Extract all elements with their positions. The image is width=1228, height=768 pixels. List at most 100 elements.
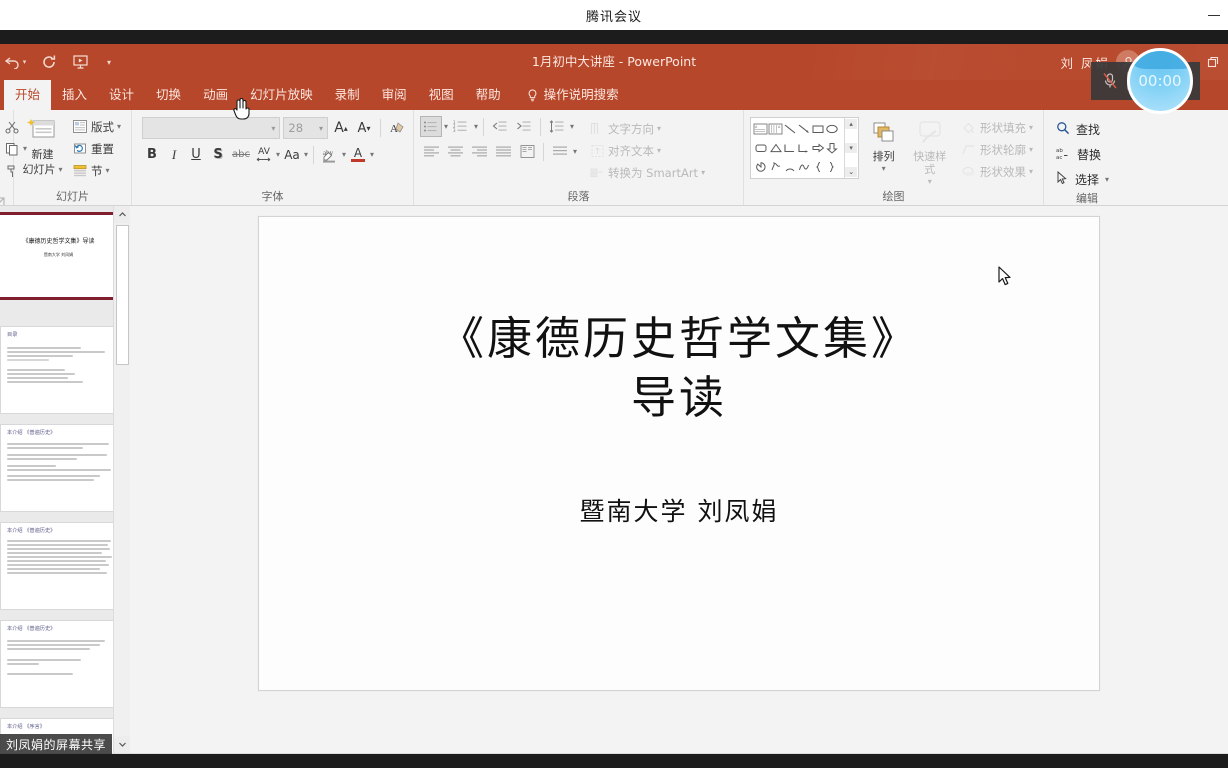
shape-elbow-arrow-icon[interactable] [797, 139, 811, 158]
thumbnail-scroll-thumb[interactable] [116, 225, 129, 365]
shape-textbox-icon[interactable]: A [753, 120, 768, 139]
align-right-button[interactable] [468, 141, 490, 162]
slide-thumbnail-3[interactable]: 本介绍 《普遍历史》 [0, 424, 120, 512]
italic-button[interactable]: I [164, 144, 184, 165]
align-text-button[interactable]: 对齐文本 ▾ [585, 140, 709, 161]
shape-effects-caret-icon[interactable]: ▾ [1029, 167, 1033, 176]
shape-outline-button[interactable]: 形状轮廓 ▾ [957, 139, 1037, 160]
font-size-combobox[interactable]: 28 ▾ [283, 117, 329, 139]
bullets-caret-icon[interactable]: ▾ [444, 122, 448, 131]
new-slide-caret-icon[interactable]: ▾ [58, 163, 62, 176]
slide-editing-pane[interactable]: 《康德历史哲学文集》 导读 暨南大学 刘凤娟 [130, 206, 1228, 753]
shape-down-arrow-icon[interactable] [825, 139, 839, 158]
line-spacing-button[interactable] [546, 116, 568, 137]
shape-pie-icon[interactable] [753, 157, 768, 176]
shape-fill-caret-icon[interactable]: ▾ [1029, 123, 1033, 132]
shapes-scroll-down-icon[interactable]: ▾ [845, 143, 858, 153]
tab-slideshow[interactable]: 幻灯片放映 [239, 80, 324, 110]
align-center-button[interactable] [444, 141, 466, 162]
change-case-button[interactable]: Aa [282, 144, 302, 165]
character-spacing-caret-icon[interactable]: ▾ [276, 150, 280, 159]
tab-insert[interactable]: 插入 [51, 80, 98, 110]
shape-vertical-textbox-icon[interactable]: A [768, 120, 783, 139]
shape-outline-caret-icon[interactable]: ▾ [1029, 145, 1033, 154]
new-slide-button[interactable]: 新建 幻灯片 ▾ [20, 113, 65, 176]
select-button[interactable]: 选择 ▾ [1050, 168, 1124, 190]
shape-right-arrow-icon[interactable] [811, 139, 825, 158]
shape-left-brace-icon[interactable] [811, 157, 825, 176]
slide-title-placeholder[interactable]: 《康德历史哲学文集》 导读 [259, 309, 1099, 427]
text-direction-button[interactable]: 文字方向 ▾ [585, 118, 709, 139]
microphone-muted-icon[interactable] [1101, 72, 1119, 90]
thumbnail-scroll-up-button[interactable] [114, 206, 130, 223]
tab-transitions[interactable]: 切换 [145, 80, 192, 110]
text-shadow-button[interactable]: S [208, 144, 228, 165]
font-color-button[interactable]: A [348, 144, 368, 165]
tab-view[interactable]: 视图 [418, 80, 465, 110]
shape-arrow-icon[interactable] [797, 120, 811, 139]
shape-rounded-rectangle-icon[interactable] [753, 139, 768, 158]
slide-thumbnail-5[interactable]: 本介绍 《普遍历史》 [0, 620, 120, 708]
strikethrough-button[interactable]: abc [230, 144, 252, 165]
restore-icon[interactable] [1202, 51, 1224, 73]
shapes-gallery-scroll[interactable]: ▴ ▾ ⌄ [843, 118, 858, 178]
shapes-scroll-up-icon[interactable]: ▴ [845, 119, 858, 129]
shape-triangle-icon[interactable] [768, 139, 783, 158]
quick-styles-button[interactable]: 快速样式 ▾ [909, 115, 951, 188]
change-case-caret-icon[interactable]: ▾ [304, 150, 308, 159]
reset-button[interactable]: 重置 [68, 138, 125, 159]
text-columns-caret-icon[interactable]: ▾ [573, 147, 577, 156]
meeting-minimize-button[interactable] [1206, 10, 1222, 21]
undo-icon[interactable]: ▾ [2, 51, 28, 73]
customize-quick-access-icon[interactable]: ▾ [102, 51, 116, 73]
shape-oval-icon[interactable] [825, 120, 839, 139]
decrease-indent-button[interactable] [489, 116, 511, 137]
decrease-font-size-button[interactable]: A ▾ [354, 118, 374, 139]
shape-line-icon[interactable] [783, 120, 797, 139]
highlight-caret-icon[interactable]: ▾ [342, 150, 346, 159]
shape-freeform-icon[interactable] [768, 157, 783, 176]
shape-rectangle-icon[interactable] [811, 120, 825, 139]
select-caret-icon[interactable]: ▾ [1105, 175, 1109, 184]
tab-record[interactable]: 录制 [324, 80, 371, 110]
shape-right-brace-icon[interactable] [825, 157, 839, 176]
tab-review[interactable]: 审阅 [371, 80, 418, 110]
shape-elbow-connector-icon[interactable] [783, 139, 797, 158]
section-button[interactable]: 节 ▾ [68, 160, 125, 181]
arrange-button[interactable]: 排列 ▾ [865, 115, 903, 188]
section-caret-icon[interactable]: ▾ [105, 166, 109, 175]
increase-indent-button[interactable] [513, 116, 535, 137]
slide-thumbnail-pane[interactable]: 《康德历史哲学文集》导读 暨南大学 刘凤娟 目录 本介绍 《普遍历史》 本介绍 … [0, 206, 130, 753]
tab-design[interactable]: 设计 [98, 80, 145, 110]
slide-subtitle-placeholder[interactable]: 暨南大学 刘凤娟 [259, 492, 1099, 528]
line-spacing-caret-icon[interactable]: ▾ [570, 122, 574, 131]
text-direction-caret-icon[interactable]: ▾ [657, 124, 661, 133]
numbering-caret-icon[interactable]: ▾ [474, 122, 478, 131]
bullets-button[interactable] [420, 116, 442, 137]
shape-effects-button[interactable]: 形状效果 ▾ [957, 161, 1037, 182]
layout-caret-icon[interactable]: ▾ [117, 122, 121, 131]
slide-thumbnail-2[interactable]: 目录 [0, 326, 120, 414]
meeting-timer-bubble[interactable]: 00:00 [1127, 48, 1193, 114]
font-name-caret-icon[interactable]: ▾ [271, 124, 275, 133]
shapes-gallery[interactable]: A A ▴ ▾ ⌄ [750, 117, 859, 179]
font-color-caret-icon[interactable]: ▾ [370, 150, 374, 159]
justify-button[interactable] [492, 141, 514, 162]
shape-fill-button[interactable]: 形状填充 ▾ [957, 117, 1037, 138]
arrange-caret-icon[interactable]: ▾ [882, 162, 886, 175]
redo-icon[interactable] [38, 51, 60, 73]
slide-thumbnail-1[interactable]: 《康德历史哲学文集》导读 暨南大学 刘凤娟 [0, 212, 120, 300]
bold-button[interactable]: B [142, 144, 162, 165]
text-highlight-color-button[interactable]: aby [319, 144, 340, 165]
convert-to-smartart-button[interactable]: 转换为 SmartArt ▾ [585, 162, 709, 183]
quick-styles-caret-icon[interactable]: ▾ [928, 175, 932, 188]
font-name-combobox[interactable]: ▾ [142, 117, 281, 139]
find-button[interactable]: 查找 [1050, 118, 1124, 140]
thumbnail-scrollbar[interactable] [113, 206, 130, 753]
increase-font-size-button[interactable]: A ▴ [331, 118, 351, 139]
text-columns-button[interactable] [549, 141, 571, 162]
align-left-button[interactable] [420, 141, 442, 162]
clipboard-dialog-launcher[interactable] [0, 194, 5, 205]
shape-curve-icon[interactable] [797, 157, 811, 176]
layout-button[interactable]: 版式 ▾ [68, 116, 125, 137]
